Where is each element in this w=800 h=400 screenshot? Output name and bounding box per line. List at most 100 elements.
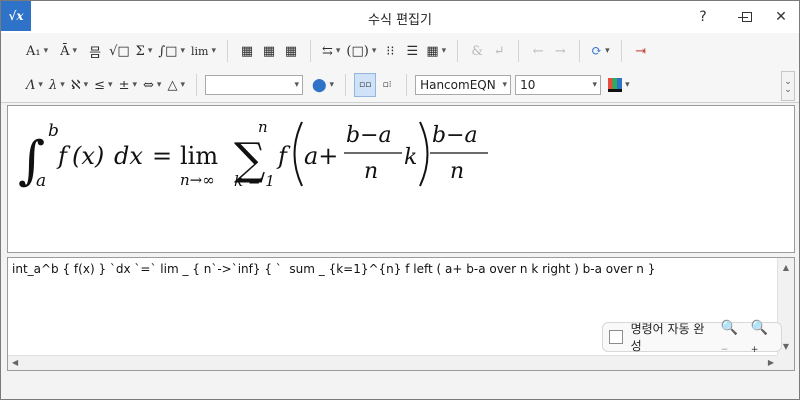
view-mode-button-1[interactable]: ▫▫	[354, 73, 377, 97]
limit-button[interactable]: lim	[188, 39, 219, 63]
chevron-down-icon: ▾	[294, 80, 299, 90]
toolbar-separator	[518, 40, 520, 62]
zoom-out-icon[interactable]: 🔍−	[721, 320, 745, 355]
undo-button[interactable]: ←	[527, 39, 549, 63]
toolbar-separator	[620, 40, 622, 62]
user-symbol-button[interactable]: ⬤	[309, 73, 337, 97]
notation-button[interactable]: ℵ	[68, 73, 91, 97]
font-name-combo[interactable]: HancomEQN ▾	[415, 75, 512, 95]
help-icon: ?	[699, 9, 707, 25]
close-button[interactable]: ✕	[763, 1, 799, 33]
fraction1-numerator: b−a	[346, 123, 392, 148]
script-text[interactable]: int_a^b { f(x) } `dx `=` lim _ { n`->`in…	[12, 262, 655, 276]
view-mode-button-2[interactable]: ▫⁝	[376, 73, 398, 97]
maximize-icon	[742, 12, 752, 22]
integrand-arg: (x)	[72, 142, 104, 170]
font-size-combo[interactable]: 10 ▾	[515, 75, 602, 95]
matrix-button-4[interactable]: ⁝⁝	[379, 39, 401, 63]
fraction1-denominator: n	[364, 159, 378, 184]
matrix-button-5[interactable]: ☰	[401, 39, 423, 63]
arrow-symbol-button[interactable]: ⇔	[140, 73, 164, 97]
bottom-strip	[1, 373, 799, 399]
equation-editor-window: √x 수식 편집기 ? ✕ A₁ Ā 믐 √□ Σ ∫□ lim ▦ ▦ ▦ ⇆…	[0, 0, 800, 400]
autocomplete-checkbox[interactable]	[609, 330, 623, 344]
greek-upper-button[interactable]: Λ	[23, 73, 46, 97]
lim-subscript: n→∞	[180, 171, 215, 189]
text-color-icon	[608, 78, 623, 92]
equals-sign: =	[152, 142, 172, 170]
font-size-style-button[interactable]: A₁	[23, 39, 51, 63]
font-name-value: HancomEQN	[420, 78, 496, 92]
text-color-button[interactable]	[605, 73, 633, 97]
autocomplete-panel: 명령어 자동 완성 🔍− 🔍+	[602, 320, 782, 355]
integral-upper-limit: b	[48, 121, 59, 141]
toolbar-row-1: A₁ Ā 믐 √□ Σ ∫□ lim ▦ ▦ ▦ ⇆ (□) ⁝⁝ ☰ ▦ & …	[23, 36, 652, 66]
user-icon: ⬤	[311, 77, 327, 93]
toolbar-separator	[457, 40, 459, 62]
sum-lower-limit: k = 1	[234, 172, 275, 190]
horizontal-scrollbar[interactable]: ◀ ▶	[8, 355, 778, 370]
font-size-value: 10	[520, 78, 536, 92]
toolbar-separator	[579, 40, 581, 62]
accent-button[interactable]: Ā	[57, 39, 80, 63]
formula-preview: ∫ b a f (x) dx = lim n→∞ n ∑ k = 1 f a+ …	[7, 105, 795, 253]
exit-button[interactable]: ⇥	[630, 39, 652, 63]
sum-f: f	[276, 142, 291, 170]
integral-button[interactable]: ∫□	[155, 39, 188, 63]
redo-button[interactable]: →	[549, 39, 571, 63]
toolbar-separator	[345, 74, 347, 96]
zoom-in-icon[interactable]: 🔍+	[751, 320, 775, 355]
scrollbar-corner	[777, 355, 794, 370]
scroll-left-icon[interactable]: ◀	[12, 358, 18, 367]
history-combo[interactable]: ▾	[204, 75, 303, 95]
toolbar-separator	[195, 74, 197, 96]
matrix-button-1[interactable]: ▦	[236, 39, 258, 63]
window-title: 수식 편집기	[368, 13, 432, 28]
ampersand-button[interactable]: &	[466, 39, 488, 63]
arrow-template-button[interactable]: ⇆	[319, 39, 343, 63]
sum-button[interactable]: Σ	[133, 39, 156, 63]
chevron-down-icon: ▾	[592, 80, 598, 90]
toolbar-row-2: Λ λ ℵ ≤ ± ⇔ △ ▾ ⬤ ▫▫ ▫⁝ HancomEQN ▾ 10 ▾	[23, 70, 633, 100]
scroll-right-icon[interactable]: ▶	[768, 358, 774, 367]
maximize-button[interactable]	[729, 1, 765, 33]
operator-button[interactable]: ±	[116, 73, 140, 97]
toolbar-expand-button[interactable]: ⌄ ⌄	[781, 71, 795, 101]
chevron-down-icon: ⌄ ⌄	[784, 77, 792, 95]
fraction2-denominator: n	[450, 159, 464, 184]
toolbar-area: A₁ Ā 믐 √□ Σ ∫□ lim ▦ ▦ ▦ ⇆ (□) ⁝⁝ ☰ ▦ & …	[1, 33, 799, 103]
toolbar-separator	[406, 74, 408, 96]
matrix-button-3[interactable]: ▦	[280, 39, 302, 63]
chevron-down-icon: ▾	[502, 80, 508, 90]
matrix-button-2[interactable]: ▦	[258, 39, 280, 63]
misc-symbol-button[interactable]: △	[164, 73, 188, 97]
toolbar-separator	[226, 40, 228, 62]
layout-icon: ▫▫	[358, 80, 372, 90]
close-icon: ✕	[775, 9, 787, 25]
help-button[interactable]: ?	[685, 1, 721, 33]
formula-render: ∫ b a f (x) dx = lim n→∞ n ∑ k = 1 f a+ …	[18, 118, 488, 191]
newline-button[interactable]: ↵	[488, 39, 510, 63]
autocomplete-label: 명령어 자동 완성	[630, 322, 705, 353]
matrix-button-6[interactable]: ▦	[423, 39, 449, 63]
layout-icon: ▫⁝	[382, 80, 392, 90]
integral-lower-limit: a	[36, 171, 46, 191]
left-paren	[293, 121, 303, 187]
lim-text: lim	[180, 142, 218, 170]
scroll-up-icon[interactable]: ▲	[780, 261, 792, 274]
toolbar-separator	[309, 40, 311, 62]
relation-button[interactable]: ≤	[91, 73, 115, 97]
root-button[interactable]: √□	[106, 39, 133, 63]
fraction-button[interactable]: 믐	[84, 39, 106, 63]
greek-lower-button[interactable]: λ	[46, 73, 68, 97]
a-plus-text: a+	[304, 142, 338, 170]
integrand-f: f	[56, 142, 71, 170]
fraction2-numerator: b−a	[432, 123, 478, 148]
refresh-button[interactable]: ⟳	[588, 39, 612, 63]
title-bar: √x 수식 편집기 ? ✕	[1, 1, 799, 33]
paren-button[interactable]: (□)	[343, 39, 379, 63]
script-editor[interactable]: int_a^b { f(x) } `dx `=` lim _ { n`->`in…	[7, 257, 795, 371]
k-text: k	[404, 145, 417, 170]
dx-text: dx	[114, 142, 143, 170]
right-paren	[419, 121, 429, 187]
